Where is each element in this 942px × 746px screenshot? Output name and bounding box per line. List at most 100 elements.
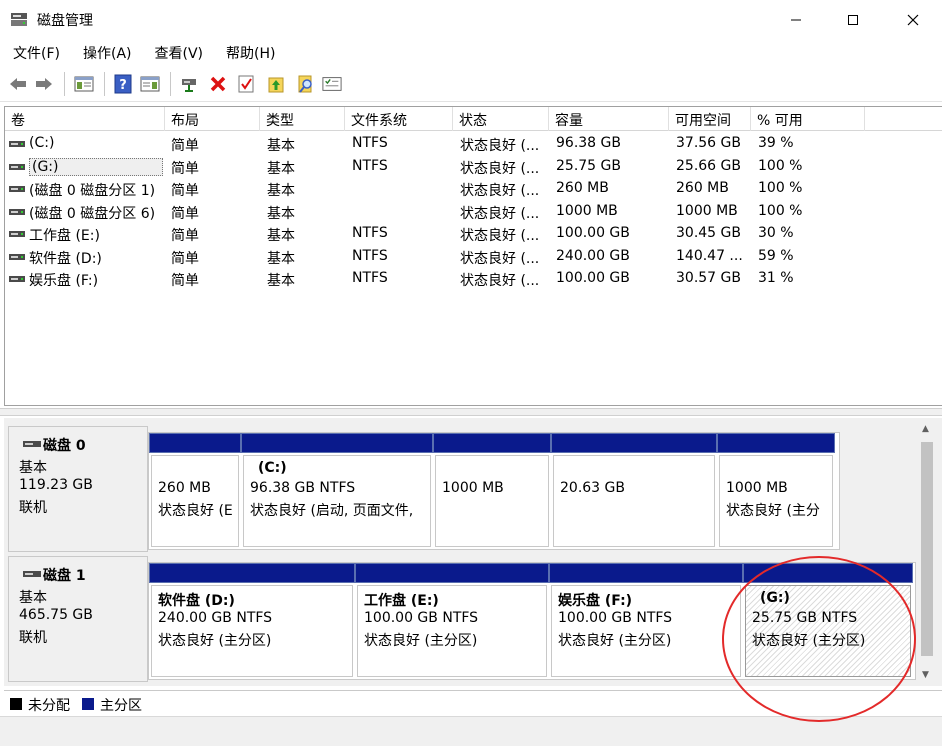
capacity-cell: 240.00 GB xyxy=(556,247,630,264)
unallocated-swatch xyxy=(10,698,22,710)
status-cell: 状态良好 (... xyxy=(460,228,540,244)
drive-icon xyxy=(9,208,25,215)
status-cell: 状态良好 (... xyxy=(460,183,540,199)
connect-drive-icon xyxy=(182,79,196,92)
column-layout[interactable]: 布局 xyxy=(165,107,260,131)
connect-drive-button[interactable] xyxy=(180,74,200,94)
menu-action[interactable]: 操作(A) xyxy=(70,40,142,66)
capacity-cell: 100.00 GB xyxy=(556,225,630,241)
drive-icon xyxy=(9,253,25,260)
column-volume[interactable]: 卷 xyxy=(5,107,165,131)
volume-row[interactable]: 娱乐盘 (F:) 简单 基本 NTFS 状态良好 (... 100.00 GB … xyxy=(5,268,942,290)
back-icon xyxy=(10,78,26,90)
status-cell: 状态良好 (... xyxy=(460,273,540,289)
disk-1-label[interactable]: 磁盘 1 基本 465.75 GB 联机 xyxy=(8,556,148,682)
volume-row[interactable]: 工作盘 (E:) 简单 基本 NTFS 状态良好 (... 100.00 GB … xyxy=(5,223,942,245)
drive-icon xyxy=(9,276,25,282)
search-button[interactable] xyxy=(296,74,316,94)
free-space-cell: 25.66 GB xyxy=(676,157,741,174)
legend-primary: 主分区 xyxy=(100,698,142,714)
menu-bar: 文件(F) 操作(A) 查看(V) 帮助(H) xyxy=(0,40,942,66)
volume-name: 软件盘 (D:) xyxy=(29,250,102,267)
disk-1-name: 磁盘 1 xyxy=(43,568,86,584)
details-button[interactable] xyxy=(322,74,342,94)
partition-bar xyxy=(433,433,551,453)
filesystem-cell: NTFS xyxy=(352,135,388,151)
graphical-view-scrollbar[interactable]: ▲ ▼ xyxy=(916,418,938,686)
layout-cell: 简单 xyxy=(171,138,199,154)
percent-free-cell: 100 % xyxy=(758,180,803,196)
console-tree-icon xyxy=(74,76,94,92)
partition-disk0-unlabeled[interactable]: 20.63 GB xyxy=(551,433,717,549)
free-space-cell: 30.45 GB xyxy=(676,225,741,241)
properties-button[interactable] xyxy=(140,74,160,94)
disk-1-partitions: 软件盘 (D:) 240.00 GB NTFS 状态良好 (主分区) 工作盘 (… xyxy=(148,562,916,680)
scroll-down-icon[interactable]: ▼ xyxy=(922,670,929,680)
column-free-space[interactable]: 可用空间 xyxy=(669,107,751,131)
filesystem-cell: NTFS xyxy=(352,157,388,174)
pane-splitter[interactable] xyxy=(0,408,942,416)
delete-button[interactable] xyxy=(208,74,228,94)
column-type[interactable]: 类型 xyxy=(260,107,345,131)
help-icon: ? xyxy=(114,74,132,94)
delete-icon xyxy=(210,76,226,92)
back-button[interactable] xyxy=(8,74,28,94)
column-percent-free[interactable]: % 可用 xyxy=(751,107,865,131)
layout-cell: 简单 xyxy=(171,205,199,222)
help-button[interactable]: ? xyxy=(113,74,133,94)
toolbar-separator xyxy=(170,72,171,96)
partition-bar xyxy=(717,433,835,453)
forward-button[interactable] xyxy=(34,74,54,94)
minimize-button[interactable] xyxy=(767,0,825,40)
type-cell: 基本 xyxy=(267,205,295,222)
maximize-button[interactable] xyxy=(824,0,882,40)
partition-disk0-recovery[interactable]: 1000 MB 状态良好 (主分 xyxy=(717,433,835,549)
drive-icon xyxy=(9,231,25,237)
status-bar xyxy=(0,716,942,746)
volume-row[interactable]: 软件盘 (D:) 简单 基本 NTFS 状态良好 (... 240.00 GB … xyxy=(5,246,942,268)
disk-icon xyxy=(23,571,41,577)
volume-list: 卷 布局 类型 文件系统 状态 容量 可用空间 % 可用 (C:) 简单 基本 … xyxy=(4,106,942,406)
disk-0-name: 磁盘 0 xyxy=(43,438,86,454)
partition-bar xyxy=(149,433,241,453)
partition-c[interactable]: (C:) 96.38 GB NTFS 状态良好 (启动, 页面文件, xyxy=(241,433,433,549)
percent-free-cell: 31 % xyxy=(758,270,794,286)
volume-name: 娱乐盘 (F:) xyxy=(29,273,99,289)
column-status[interactable]: 状态 xyxy=(453,107,549,131)
check-button[interactable] xyxy=(236,74,256,94)
scroll-up-icon[interactable]: ▲ xyxy=(922,424,929,434)
menu-file[interactable]: 文件(F) xyxy=(0,40,70,66)
partition-g-selected[interactable]: (G:) 25.75 GB NTFS 状态良好 (主分区) xyxy=(743,563,913,679)
column-filesystem[interactable]: 文件系统 xyxy=(345,107,453,131)
disk-management-app-icon xyxy=(11,13,27,26)
partition-d[interactable]: 软件盘 (D:) 240.00 GB NTFS 状态良好 (主分区) xyxy=(149,563,355,679)
partition-bar xyxy=(149,563,355,583)
disk-1-size: 465.75 GB xyxy=(19,607,93,623)
volume-row[interactable]: (磁盘 0 磁盘分区 6) 简单 基本 状态良好 (... 1000 MB 10… xyxy=(5,201,942,223)
percent-free-cell: 39 % xyxy=(758,135,794,151)
menu-help[interactable]: 帮助(H) xyxy=(213,40,285,66)
volume-row[interactable]: (磁盘 0 磁盘分区 1) 简单 基本 状态良好 (... 260 MB 260… xyxy=(5,178,942,200)
window-title: 磁盘管理 xyxy=(37,13,93,29)
column-capacity[interactable]: 容量 xyxy=(549,107,669,131)
status-cell: 状态良好 (... xyxy=(460,205,540,222)
type-cell: 基本 xyxy=(267,273,295,289)
disk-0-state: 联机 xyxy=(19,500,47,516)
close-button[interactable] xyxy=(884,0,942,40)
partition-f[interactable]: 娱乐盘 (F:) 100.00 GB NTFS 状态良好 (主分区) xyxy=(549,563,743,679)
volume-row[interactable]: (C:) 简单 基本 NTFS 状态良好 (... 96.38 GB 37.56… xyxy=(5,133,942,155)
drive-icon xyxy=(9,163,25,170)
disk-0-label[interactable]: 磁盘 0 基本 119.23 GB 联机 xyxy=(8,426,148,552)
layout-cell: 简单 xyxy=(171,183,199,199)
capacity-cell: 100.00 GB xyxy=(556,270,630,286)
volume-row[interactable]: (G:) 简单 基本 NTFS 状态良好 (... 25.75 GB 25.66… xyxy=(5,156,942,178)
scroll-thumb[interactable] xyxy=(921,442,933,656)
partition-disk0-1[interactable]: 260 MB 状态良好 (E xyxy=(149,433,241,549)
drive-icon xyxy=(9,186,25,192)
type-cell: 基本 xyxy=(267,183,295,199)
console-tree-button[interactable] xyxy=(74,74,94,94)
partition-e[interactable]: 工作盘 (E:) 100.00 GB NTFS 状态良好 (主分区) xyxy=(355,563,549,679)
menu-view[interactable]: 查看(V) xyxy=(142,40,214,66)
partition-disk0-6[interactable]: 1000 MB xyxy=(433,433,551,549)
up-folder-button[interactable] xyxy=(266,74,286,94)
